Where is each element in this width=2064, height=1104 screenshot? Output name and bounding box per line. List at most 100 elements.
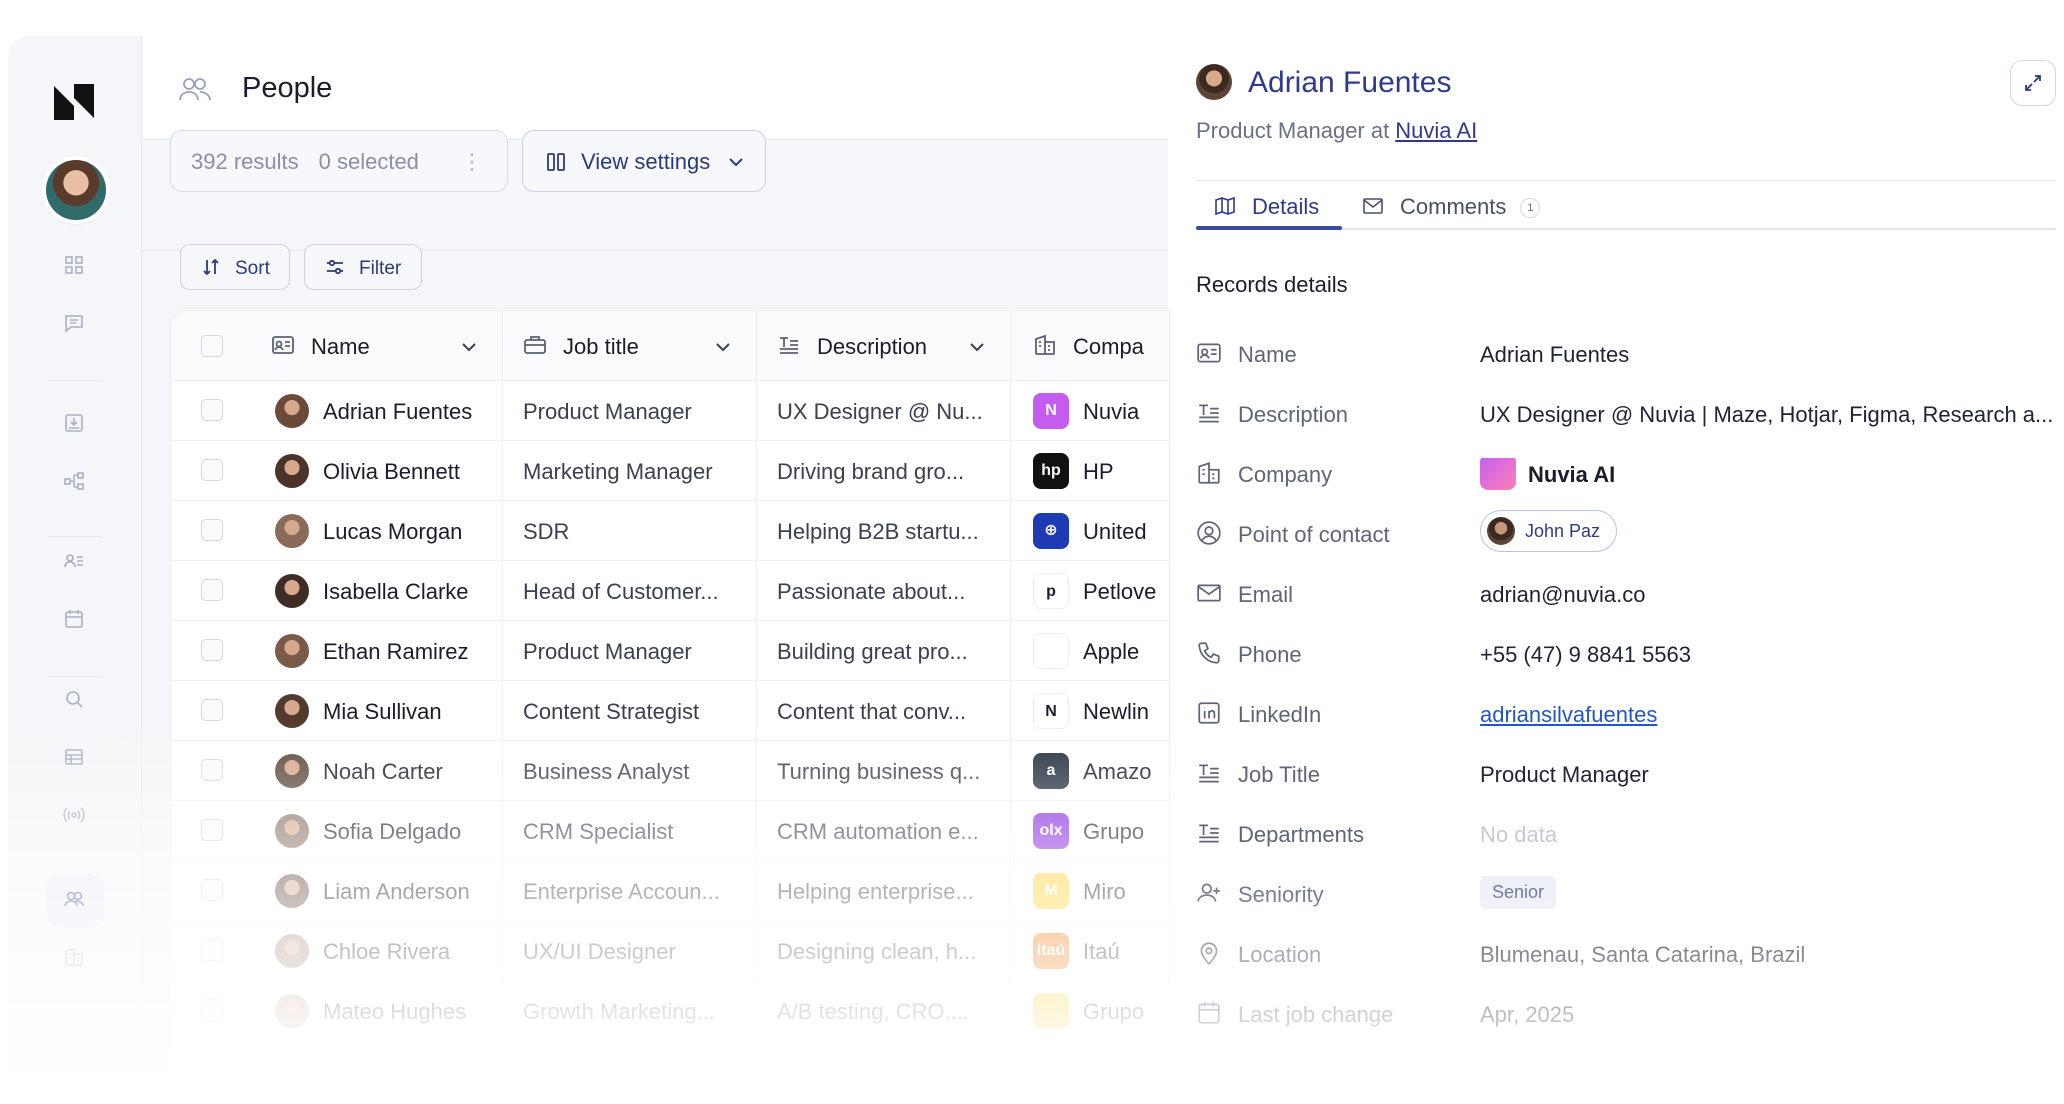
table-row[interactable]: Mateo Hughes Growth Marketing... A/B testi… <box>171 981 1169 1041</box>
job-title-cell[interactable]: Content Strategist <box>503 681 757 740</box>
field-value[interactable]: Apr, 2025 <box>1480 1002 2056 1028</box>
people-icon[interactable] <box>63 888 85 910</box>
company-cell[interactable]: itaú Itaú <box>1011 921 1169 980</box>
column-header-job-title[interactable]: Job title <box>503 311 757 380</box>
table-row[interactable]: Sofia Delgado CRM Specialist CRM automatio… <box>171 801 1169 861</box>
company-cell[interactable]: hp HP <box>1011 441 1169 500</box>
chevron-down-icon[interactable] <box>713 337 733 357</box>
name-cell[interactable]: Chloe Rivera <box>171 921 503 980</box>
company-icon[interactable] <box>63 946 85 968</box>
job-title-cell[interactable]: Product Manager <box>503 381 757 440</box>
table-icon[interactable] <box>63 746 85 768</box>
column-header-description[interactable]: Description <box>757 311 1011 380</box>
table-row[interactable]: Adrian Fuentes Product Manager UX Designer… <box>171 381 1169 441</box>
company-cell[interactable]: N Nuvia <box>1011 381 1169 440</box>
calendar-icon[interactable] <box>63 608 85 630</box>
field-value[interactable]: +55 (47) 9 8841 5563 <box>1480 642 2056 668</box>
table-row[interactable]: Chloe Rivera UX/UI Designer Designing clea… <box>171 921 1169 981</box>
description-cell[interactable]: CRM automation e... <box>757 801 1011 860</box>
workflow-icon[interactable] <box>63 470 85 492</box>
company-cell[interactable]: Apple <box>1011 621 1169 680</box>
job-title: SDR <box>523 519 570 544</box>
description-cell[interactable]: A/B testing, CRO,... <box>757 981 1011 1040</box>
contacts-list-icon[interactable] <box>63 550 85 572</box>
description-cell[interactable]: Content that conv... <box>757 681 1011 740</box>
contact-chip[interactable]: John Paz <box>1480 510 1618 552</box>
description-cell[interactable]: Helping B2B startu... <box>757 501 1011 560</box>
tab-details[interactable]: Details <box>1214 194 1319 230</box>
column-header-name[interactable]: Name <box>249 311 503 380</box>
description-cell[interactable]: Building great pro... <box>757 621 1011 680</box>
seniority-tag[interactable]: Senior <box>1480 876 1557 909</box>
chevron-down-icon[interactable] <box>967 337 987 357</box>
company-cell[interactable]: N Newlin <box>1011 681 1169 740</box>
job-title-cell[interactable]: Head of Customer... <box>503 561 757 620</box>
dashboard-icon[interactable] <box>63 254 85 276</box>
name-cell[interactable]: Isabella Clarke <box>171 561 503 620</box>
more-options-icon[interactable]: ⋮ <box>461 149 483 175</box>
table-row[interactable]: Olivia Bennett Marketing Manager Driving b… <box>171 441 1169 501</box>
job-title-cell[interactable]: UX/UI Designer <box>503 921 757 980</box>
name-cell[interactable]: Lucas Morgan <box>171 501 503 560</box>
app-logo[interactable] <box>48 76 100 128</box>
job-title-cell[interactable]: SDR <box>503 501 757 560</box>
tab-comments[interactable]: Comments 1 <box>1362 194 1541 230</box>
table-row[interactable]: Isabella Clarke Head of Customer... Passio… <box>171 561 1169 621</box>
chat-icon[interactable] <box>63 312 85 334</box>
table-row[interactable]: Mia Sullivan Content Strategist Content th… <box>171 681 1169 741</box>
field-value[interactable]: No data <box>1480 822 2056 848</box>
table-row[interactable]: Liam Anderson Enterprise Accoun... Helping… <box>171 861 1169 921</box>
broadcast-icon[interactable] <box>63 804 85 826</box>
name-cell[interactable]: Olivia Bennett <box>171 441 503 500</box>
description-cell[interactable]: Turning business q... <box>757 741 1011 800</box>
table-row[interactable]: Ethan Ramirez Product Manager Building gre… <box>171 621 1169 681</box>
results-counter[interactable]: 392 results 0 selected ⋮ <box>170 130 508 192</box>
field-value[interactable]: Adrian Fuentes <box>1480 342 2056 368</box>
user-avatar[interactable] <box>46 160 106 220</box>
record-company-link[interactable]: Nuvia AI <box>1395 118 1477 143</box>
description-cell[interactable]: Driving brand gro... <box>757 441 1011 500</box>
column-header-company[interactable]: Compa <box>1011 311 1169 380</box>
name-cell[interactable]: Noah Carter <box>171 741 503 800</box>
job-title-cell[interactable]: Enterprise Accoun... <box>503 861 757 920</box>
expand-button[interactable] <box>2010 60 2056 106</box>
field-value[interactable]: Nuvia AI <box>1480 458 2056 494</box>
company-cell[interactable]: p Petlove <box>1011 561 1169 620</box>
description-cell[interactable]: UX Designer @ Nu... <box>757 381 1011 440</box>
name-cell[interactable]: Sofia Delgado <box>171 801 503 860</box>
name-cell[interactable]: Mateo Hughes <box>171 981 503 1040</box>
name-cell[interactable]: Adrian Fuentes <box>171 381 503 440</box>
job-title-cell[interactable]: Product Manager <box>503 621 757 680</box>
sort-button[interactable]: Sort <box>180 244 290 290</box>
field-value[interactable]: Blumenau, Santa Catarina, Brazil <box>1480 942 2056 968</box>
company-cell[interactable]: a Amazo <box>1011 741 1169 800</box>
table-row[interactable]: Noah Carter Business Analyst Turning busin… <box>171 741 1169 801</box>
company-cell[interactable]: olx Grupo <box>1011 801 1169 860</box>
person-name: Lucas Morgan <box>323 519 463 544</box>
job-title-cell[interactable]: Growth Marketing... <box>503 981 757 1040</box>
field-value[interactable]: UX Designer @ Nuvia | Maze, Hotjar, Figm… <box>1480 402 2056 428</box>
job-title-cell[interactable]: Marketing Manager <box>503 441 757 500</box>
inbox-icon[interactable] <box>63 412 85 434</box>
company-cell[interactable]: ⊕ United <box>1011 501 1169 560</box>
description-cell[interactable]: Helping enterprise... <box>757 861 1011 920</box>
chevron-down-icon[interactable] <box>459 337 479 357</box>
field-value[interactable]: adrian@nuvia.co <box>1480 582 2056 608</box>
name-cell[interactable]: Ethan Ramirez <box>171 621 503 680</box>
header-checkbox-cell <box>171 311 249 380</box>
field-value[interactable]: Product Manager <box>1480 762 2056 788</box>
name-cell[interactable]: Liam Anderson <box>171 861 503 920</box>
select-all-checkbox[interactable] <box>201 335 223 357</box>
filter-button[interactable]: Filter <box>304 244 422 290</box>
company-cell[interactable]: Grupo <box>1011 981 1169 1040</box>
linkedin-link[interactable]: adriansilvafuentes <box>1480 702 2056 728</box>
description-cell[interactable]: Designing clean, h... <box>757 921 1011 980</box>
job-title-cell[interactable]: CRM Specialist <box>503 801 757 860</box>
search-icon[interactable] <box>63 688 85 710</box>
view-settings-button[interactable]: View settings <box>522 130 766 192</box>
description-cell[interactable]: Passionate about... <box>757 561 1011 620</box>
table-row[interactable]: Lucas Morgan SDR Helping B2B startu... ⊕ Uni… <box>171 501 1169 561</box>
name-cell[interactable]: Mia Sullivan <box>171 681 503 740</box>
company-cell[interactable]: M Miro <box>1011 861 1169 920</box>
job-title-cell[interactable]: Business Analyst <box>503 741 757 800</box>
